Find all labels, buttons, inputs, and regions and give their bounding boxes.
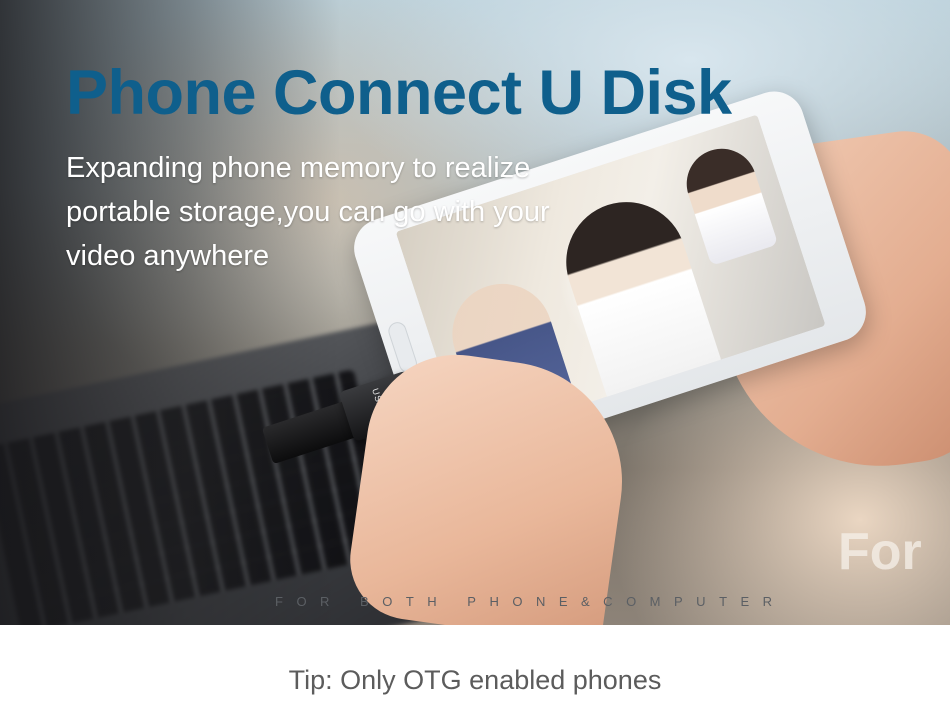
subtitle-text: Expanding phone memory to realize portab…: [66, 152, 550, 272]
for-watermark-text: For: [838, 523, 922, 581]
hero-photo: USAMS Phone Connect U Disk Expanding pho…: [0, 0, 950, 625]
page-title: Phone Connect U Disk: [66, 58, 732, 128]
tagline-text: FOR BOTH PHONE&COMPUTER: [275, 594, 786, 609]
tip-text: Tip: Only OTG enabled phones: [288, 665, 662, 695]
video-person-background: [677, 139, 779, 266]
